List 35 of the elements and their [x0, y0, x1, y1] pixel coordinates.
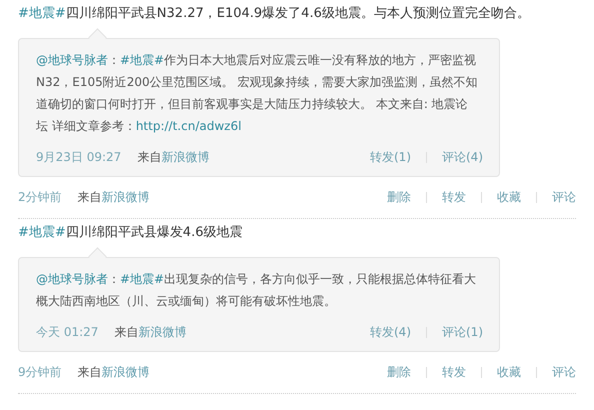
action-link[interactable]: 评论(1) [442, 324, 483, 341]
url-link[interactable]: http://t.cn/adwz6l [136, 119, 242, 133]
action-link[interactable]: 评论 [552, 189, 576, 206]
source-label: 来自 [78, 364, 102, 381]
source-link[interactable]: 新浪微博 [102, 189, 150, 206]
action-link[interactable]: 评论 [552, 364, 576, 381]
topic-link[interactable]: #地震# [120, 272, 164, 286]
topic-link[interactable]: #地震# [18, 225, 66, 240]
action-link[interactable]: 删除 [387, 189, 411, 206]
source-link[interactable]: 新浪微博 [161, 149, 210, 166]
quoted-post-text: @地球号脉者：#地震#出现复杂的信号，各方向似乎一致，只能根据总体特征看大概大陆西南地区（川、云或缅甸）将可能有破坏性地震。 [36, 271, 478, 310]
action-link[interactable]: 评论(4) [442, 149, 483, 166]
source-label: 来自 [114, 324, 138, 341]
quoted-post-text: @地球号脉者：#地震#作为日本大地震后对应震云唯一没有释放的地方，严密监视N32，E105附近200公里范围区域。 宏观现象持续，需要大家加强监测，虽然不知道确切的窗口何时打开，但目前客观事实是大陆压力持续较大。 本文来自: 地震论坛 详细文章参考：http://t.cn/adwz6l [36, 52, 478, 135]
post-time-link[interactable]: 今天 01:27 [36, 324, 98, 341]
post-time-link[interactable]: 9月23日 09:27 [36, 149, 122, 166]
topic-link[interactable]: #地震# [18, 6, 66, 21]
user-link[interactable]: @地球号脉者 [36, 272, 108, 286]
action-link[interactable]: 收藏 [497, 364, 521, 381]
post-text: #地震#四川绵阳平武县爆发4.6级地震 [18, 224, 244, 242]
action-link[interactable]: 删除 [387, 364, 411, 381]
topic-link[interactable]: #地震# [120, 53, 164, 67]
action-link[interactable]: 转发 [442, 189, 466, 206]
action-link[interactable]: 转发 [442, 364, 466, 381]
source-link[interactable]: 新浪微博 [102, 364, 150, 381]
action-link[interactable]: 转发(1) [370, 149, 411, 166]
user-link[interactable]: @地球号脉者 [36, 53, 108, 67]
source-label: 来自 [78, 189, 102, 206]
source-link[interactable]: 新浪微博 [138, 324, 186, 341]
post-time-link[interactable]: 2分钟前 [18, 189, 62, 206]
action-link[interactable]: 收藏 [497, 189, 521, 206]
source-label: 来自 [137, 149, 162, 166]
post-time-link[interactable]: 9分钟前 [18, 364, 62, 381]
action-link[interactable]: 转发(4) [370, 324, 411, 341]
post-text: #地震#四川绵阳平武县N32.27，E104.9爆发了4.6级地震。与本人预测位置完全吻合。 [18, 5, 531, 23]
